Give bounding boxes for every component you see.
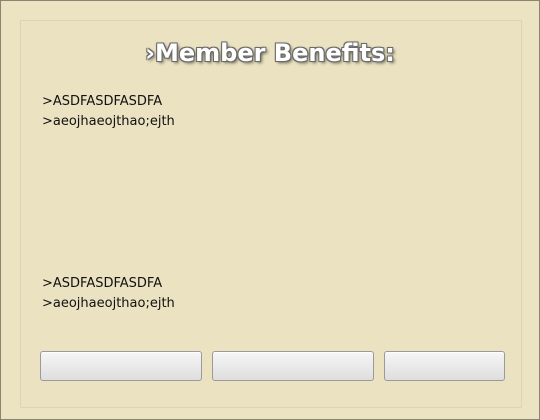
benefits-list-top: >ASDFASDFASDFA >aeojhaeojthao;ejth: [42, 92, 175, 132]
action-button-3[interactable]: [384, 351, 505, 381]
content-panel: [20, 20, 522, 408]
action-button-2[interactable]: [212, 351, 374, 381]
benefit-line: >aeojhaeojthao;ejth: [42, 114, 175, 129]
page-title: ›Member Benefits:: [145, 39, 395, 67]
benefits-list-bottom: >ASDFASDFASDFA >aeojhaeojthao;ejth: [42, 274, 175, 314]
benefit-line: >ASDFASDFASDFA: [42, 94, 163, 109]
benefit-line: >ASDFASDFASDFA: [42, 276, 163, 291]
window-frame: ›Member Benefits: >ASDFASDFASDFA >aeojha…: [0, 0, 540, 420]
action-button-1[interactable]: [40, 351, 202, 381]
benefit-line: >aeojhaeojthao;ejth: [42, 296, 175, 311]
